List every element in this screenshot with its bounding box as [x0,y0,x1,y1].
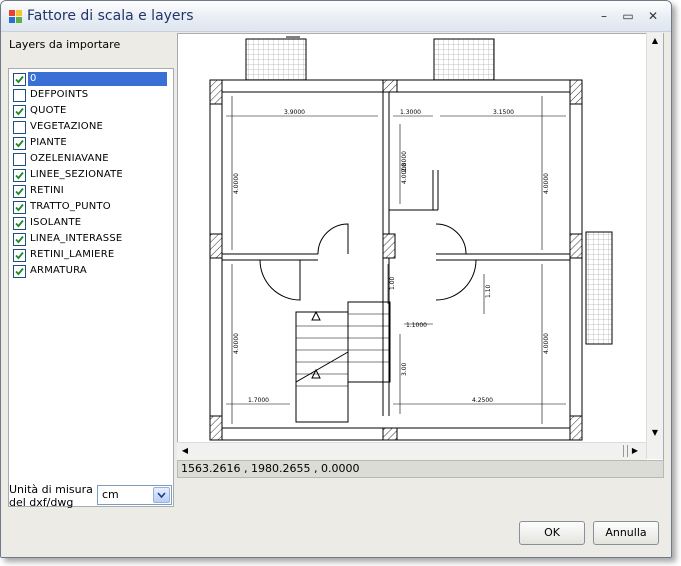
layer-name: TRATTO_PUNTO [30,201,111,212]
layer-name: RETINI [30,185,64,196]
layer-checkbox[interactable] [13,265,26,278]
dim-1-3000: 1.3000 [400,109,421,116]
unit-label-line2: del dxf/dwg [9,496,74,509]
layer-checkbox[interactable] [13,249,26,262]
unit-label-line1: Unità di misura [9,483,93,496]
horizontal-scrollbar[interactable]: ◀ ▶ [177,442,646,460]
dim-3-00: 3.00 [401,362,408,376]
checkmark-icon [15,171,24,180]
minimize-button[interactable]: – [594,7,614,25]
layer-checkbox[interactable] [13,153,26,166]
dim-1-00: 1.00 [389,276,396,290]
layer-item[interactable]: DEFPOINTS [11,87,171,103]
cancel-button[interactable]: Annulla [593,521,659,545]
dim-4-0000-d: 4.0000 [543,333,550,354]
layer-item[interactable]: OZELENIAVANE [11,151,171,167]
ok-button[interactable]: OK [519,521,585,545]
dialog-body: Layers da importare 0 DEFPOINTS QUOTE VEGET… [1,32,671,557]
layer-checkbox[interactable] [13,121,26,134]
layer-checkbox[interactable] [13,233,26,246]
layer-item[interactable]: QUOTE [11,103,171,119]
layer-name: ARMATURA [30,265,87,276]
layer-item[interactable]: PIANTE [11,135,171,151]
window-title: Fattore di scala e layers [27,8,194,24]
checkmark-icon [15,235,24,244]
scroll-left-icon[interactable]: ◀ [178,444,192,458]
dim-4-2500: 4.2500 [472,397,493,404]
layer-checkbox[interactable] [13,185,26,198]
maximize-button[interactable]: ▭ [618,7,638,25]
layer-name: 0 [28,72,167,86]
layer-checkbox[interactable] [13,73,26,86]
checkmark-icon [15,251,24,260]
layer-checkbox[interactable] [13,201,26,214]
layer-item[interactable]: ISOLANTE [11,215,171,231]
layers-label: Layers da importare [9,38,121,51]
dim-3-9000: 3.9000 [284,109,305,116]
layer-name: RETINI_LAMIERE [30,249,115,260]
dim-1-7000: 1.7000 [248,397,269,404]
layer-item[interactable]: ARMATURA [11,263,171,279]
layer-item[interactable]: RETINI [11,183,171,199]
checkmark-icon [15,139,24,148]
layer-name: PIANTE [30,137,67,148]
coordinates-readout: 1563.2616 , 1980.2655 , 0.0000 [181,462,360,475]
unit-select-value: cm [102,488,119,501]
dialog-window: Fattore di scala e layers – ▭ ✕ Layers d… [0,0,672,558]
layer-name: LINEA_INTERASSE [30,233,123,244]
dim-4-0000-b: 4.0000 [543,173,550,194]
layer-checkbox[interactable] [13,137,26,150]
checkmark-icon [15,107,24,116]
layer-item[interactable]: RETINI_LAMIERE [11,247,171,263]
scroll-thumb[interactable] [623,445,628,457]
layer-checkbox[interactable] [13,89,26,102]
checkmark-icon [15,219,24,228]
layers-list[interactable]: 0 DEFPOINTS QUOTE VEGETAZIONE PIANTE OZELENIA… [8,68,174,507]
layer-checkbox[interactable] [13,105,26,118]
floor-plan-drawing: 3.9000 1.3000 3.1500 4.0000 2.8000 4.000… [209,36,613,441]
scroll-down-icon[interactable]: ▼ [648,426,662,440]
chevron-down-icon[interactable] [153,487,170,503]
layer-checkbox[interactable] [13,217,26,230]
checkmark-icon [15,203,24,212]
layer-name: LINEE_SEZIONATE [30,169,123,180]
layer-checkbox[interactable] [13,169,26,182]
vertical-scrollbar[interactable]: ▲ ▼ [646,33,663,459]
drawing-preview[interactable]: 3.9000 1.3000 3.1500 4.0000 2.8000 4.000… [177,33,664,461]
checkmark-icon [15,267,24,276]
layer-name: VEGETAZIONE [30,121,104,132]
layer-item[interactable]: LINEE_SEZIONATE [11,167,171,183]
layer-name: OZELENIAVANE [30,153,109,164]
dim-1-10: 1.10 [485,284,492,298]
layer-item[interactable]: TRATTO_PUNTO [11,199,171,215]
checkmark-icon [15,75,24,84]
dim-4-0000-e: 4.0000 [401,163,408,184]
layer-name: QUOTE [30,105,67,116]
layer-name: DEFPOINTS [30,89,89,100]
layer-item[interactable]: LINEA_INTERASSE [11,231,171,247]
layer-item[interactable]: 0 [11,71,171,87]
app-icon [9,10,22,23]
dim-4-0000-a: 4.0000 [233,173,240,194]
dim-3-1500: 3.1500 [493,109,514,116]
dim-4-0000-c: 4.0000 [233,333,240,354]
checkmark-icon [15,187,24,196]
layer-name: ISOLANTE [30,217,82,228]
coordinates-status-bar: 1563.2616 , 1980.2655 , 0.0000 [177,460,664,478]
scroll-up-icon[interactable]: ▲ [648,34,662,48]
scroll-right-icon[interactable]: ▶ [628,444,642,458]
dim-1-1000: 1.1000 [406,322,427,329]
layer-item[interactable]: VEGETAZIONE [11,119,171,135]
title-bar[interactable]: Fattore di scala e layers – ▭ ✕ [1,1,671,32]
unit-select[interactable]: cm [97,485,172,505]
close-button[interactable]: ✕ [643,7,663,25]
